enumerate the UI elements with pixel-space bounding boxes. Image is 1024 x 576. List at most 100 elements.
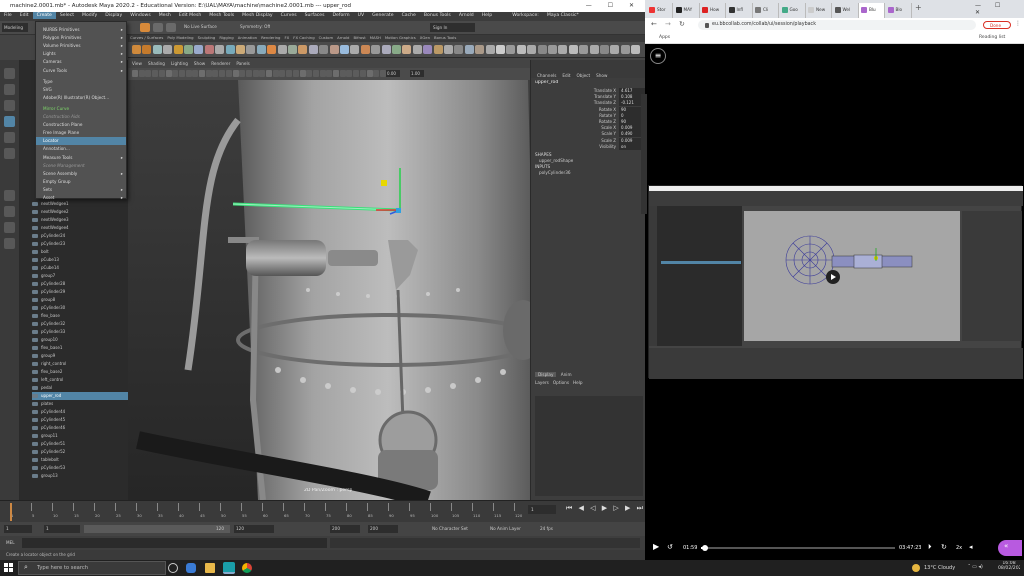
browser-tab[interactable]: Goo bbox=[779, 3, 806, 18]
mel-input[interactable] bbox=[22, 538, 327, 548]
outliner-item[interactable]: pCylinder23 bbox=[32, 240, 128, 248]
shelf-tool-icon[interactable] bbox=[163, 45, 173, 54]
shelf-tool-icon[interactable] bbox=[173, 45, 183, 54]
viewport-tool-icon[interactable] bbox=[158, 70, 165, 77]
viewport-tool-icon[interactable] bbox=[312, 70, 319, 77]
menu-cache[interactable]: Cache bbox=[398, 12, 420, 19]
shelf-tab[interactable]: FX bbox=[282, 35, 291, 40]
browser-tab[interactable]: Infl bbox=[726, 3, 753, 18]
menu-mesh-tools[interactable]: Mesh Tools bbox=[205, 12, 238, 19]
viewport-field-a[interactable]: 0.00 bbox=[386, 70, 400, 77]
fps-select[interactable]: 24 fps bbox=[540, 526, 553, 531]
create-menu-item[interactable]: Polygon Primitives ▸ bbox=[36, 34, 126, 42]
outliner-item[interactable]: pCylinder30 bbox=[32, 304, 128, 312]
outliner-item[interactable]: pCylinder46 bbox=[32, 424, 128, 432]
browser-tab[interactable]: New bbox=[806, 3, 832, 18]
range-start-field[interactable]: 1 bbox=[4, 525, 32, 533]
nav-forward-icon[interactable]: → bbox=[665, 20, 671, 28]
create-menu-item[interactable]: Curve Tools ▸ bbox=[36, 67, 126, 75]
reload-icon[interactable]: ↻ bbox=[679, 20, 685, 28]
manip-plane-handle[interactable] bbox=[396, 208, 401, 213]
shelf-tool-icon[interactable] bbox=[516, 45, 526, 54]
create-menu-item[interactable]: Empty Group bbox=[36, 178, 126, 186]
shelf-tool-icon[interactable] bbox=[319, 45, 329, 54]
menu-windows[interactable]: Windows bbox=[126, 12, 155, 19]
create-menu-item[interactable]: Free Image Plane bbox=[36, 129, 126, 137]
viewport-tool-icon[interactable] bbox=[252, 70, 259, 77]
shelf-tool-icon[interactable] bbox=[537, 45, 547, 54]
workspace-inline-value[interactable]: Maya Classic* bbox=[543, 12, 583, 19]
menu-surfaces[interactable]: Surfaces bbox=[301, 12, 329, 19]
shelf-tool-icon[interactable] bbox=[152, 45, 162, 54]
viewport-tool-icon[interactable] bbox=[272, 70, 279, 77]
create-menu-item[interactable]: Construction Plane bbox=[36, 121, 126, 129]
done-button[interactable]: Done bbox=[983, 21, 1011, 29]
outliner-item[interactable]: pCylinder44 bbox=[32, 408, 128, 416]
menu-create[interactable]: Create bbox=[32, 12, 56, 19]
create-menu-item[interactable]: Sets ▸ bbox=[36, 186, 126, 194]
menu-uv[interactable]: UV bbox=[354, 12, 369, 19]
shelf-tab[interactable]: Rigging bbox=[217, 35, 235, 40]
channel-menu-object[interactable]: Object bbox=[576, 73, 590, 78]
viewport-tool-icon[interactable] bbox=[165, 70, 172, 77]
viewport-tool-icon[interactable] bbox=[219, 70, 226, 77]
viewport-tool-icon[interactable] bbox=[353, 70, 360, 77]
shelf-tool-icon[interactable] bbox=[589, 45, 599, 54]
outliner-item[interactable]: pedal bbox=[32, 384, 128, 392]
windows-start-icon[interactable] bbox=[4, 563, 14, 573]
shelf-tool-icon[interactable] bbox=[215, 45, 225, 54]
speed-control[interactable]: 2x bbox=[956, 545, 962, 551]
play-icon[interactable]: ▶ bbox=[653, 542, 659, 551]
select-tool-icon[interactable] bbox=[4, 68, 15, 79]
create-menu-item[interactable]: SVG bbox=[36, 86, 126, 94]
shelf-tool-icon[interactable] bbox=[527, 45, 537, 54]
outliner-item[interactable]: upper_rod bbox=[32, 392, 128, 400]
outliner-item[interactable]: pCube14 bbox=[32, 264, 128, 272]
rotate-tool-icon[interactable] bbox=[4, 132, 15, 143]
viewport-tool-icon[interactable] bbox=[292, 70, 299, 77]
viewport-tool-icon[interactable] bbox=[359, 70, 366, 77]
collapse-panel-button[interactable]: « bbox=[998, 540, 1022, 556]
paint-tool-icon[interactable] bbox=[4, 100, 15, 111]
create-menu-item[interactable]: Measure Tools ▸ bbox=[36, 154, 126, 162]
shelf-tool-icon[interactable] bbox=[308, 45, 318, 54]
menu-curves[interactable]: Curves bbox=[277, 12, 301, 19]
outliner-item[interactable]: group7 bbox=[32, 272, 128, 280]
channel-menu-show[interactable]: Show bbox=[596, 73, 607, 78]
shelf-tool-icon[interactable] bbox=[132, 45, 141, 54]
shelf-tool-icon[interactable] bbox=[360, 45, 370, 54]
viewport-tool-icon[interactable] bbox=[339, 70, 346, 77]
sign-in-button[interactable]: Sign In bbox=[430, 23, 475, 32]
file-explorer-icon[interactable] bbox=[205, 563, 215, 573]
maya-taskbar-icon[interactable] bbox=[223, 562, 235, 574]
outliner-layout-icon[interactable] bbox=[4, 238, 15, 249]
side-panel-handle[interactable] bbox=[641, 94, 647, 214]
shelf-tool-icon[interactable] bbox=[267, 45, 277, 54]
outliner-item[interactable]: group13 bbox=[32, 472, 128, 480]
snap-point-icon[interactable] bbox=[166, 23, 176, 32]
viewport-tool-icon[interactable] bbox=[239, 70, 246, 77]
anim-layer[interactable]: No Anim Layer bbox=[490, 526, 521, 531]
viewport-tool-icon[interactable] bbox=[225, 70, 232, 77]
menu-help[interactable]: Help bbox=[478, 12, 496, 19]
create-menu-item[interactable]: NURBS Primitives ▸ bbox=[36, 26, 126, 34]
viewport-tool-icon[interactable] bbox=[152, 70, 159, 77]
shelf-tool-icon[interactable] bbox=[256, 45, 266, 54]
taskbar-search[interactable]: Type here to search bbox=[18, 561, 166, 575]
shelf-tool-icon[interactable] bbox=[558, 45, 568, 54]
layers-menu[interactable]: Layers bbox=[535, 380, 549, 385]
shelf-tool-icon[interactable] bbox=[277, 45, 287, 54]
menu-arnold[interactable]: Arnold bbox=[455, 12, 478, 19]
window-controls[interactable]: — ☐ ✕ bbox=[586, 2, 641, 9]
reading-list[interactable]: Reading list bbox=[979, 35, 1005, 40]
menu-display[interactable]: Display bbox=[101, 12, 126, 19]
viewport-tool-icon[interactable] bbox=[259, 70, 266, 77]
outliner-item[interactable]: nextWedgee3 bbox=[32, 216, 128, 224]
create-menu-item[interactable]: Asset ▸ bbox=[36, 194, 126, 202]
cortana-icon[interactable] bbox=[168, 563, 178, 573]
outliner-item[interactable]: right_control bbox=[32, 360, 128, 368]
shelf-tool-icon[interactable] bbox=[485, 45, 495, 54]
shelf-tool-icon[interactable] bbox=[620, 45, 630, 54]
shelf-tab[interactable]: Bifrost bbox=[351, 35, 367, 40]
playback-controls[interactable]: ⏮ ◀ ◁ ▶ ▷ ▶ ⏭ bbox=[566, 504, 645, 513]
